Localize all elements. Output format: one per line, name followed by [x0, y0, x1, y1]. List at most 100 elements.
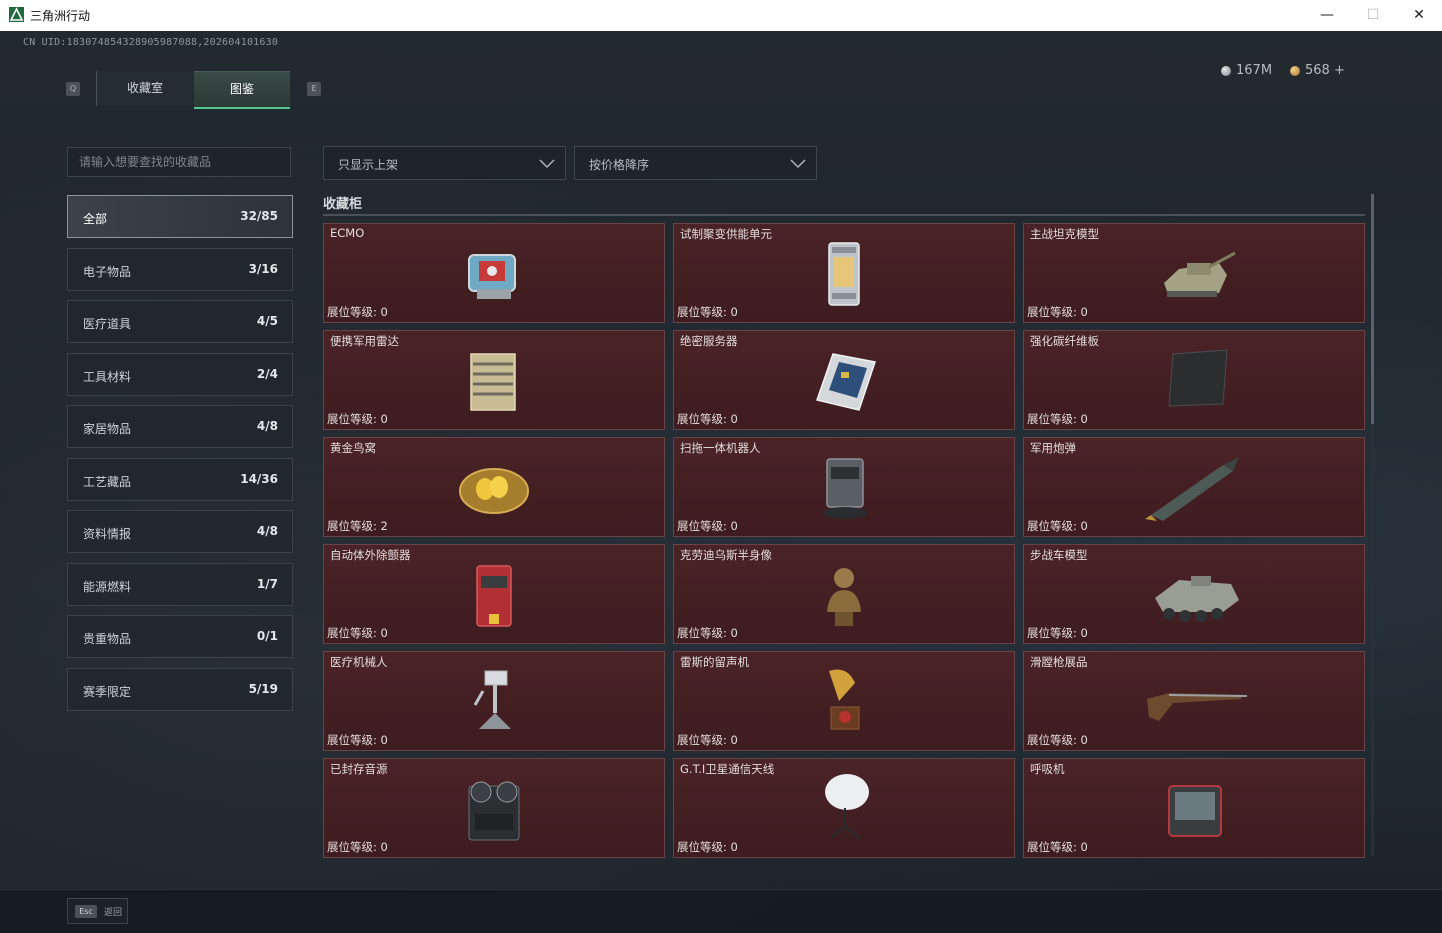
category-label: 资料情报 — [83, 527, 132, 541]
item-card[interactable]: 步战车模型 展位等级: 0 — [1023, 544, 1365, 644]
filter-dropdown[interactable]: 只显示上架 — [323, 146, 566, 180]
category-all[interactable]: 全部 32/85 — [67, 195, 293, 238]
scrollbar-thumb[interactable] — [1371, 194, 1374, 424]
category-label: 工具材料 — [83, 369, 132, 384]
item-level: 展位等级: 0 — [677, 626, 738, 640]
item-name: 医疗机械人 — [330, 655, 388, 669]
category-count: 4/5 — [256, 314, 278, 328]
back-label: 返回 — [104, 908, 123, 918]
item-name: 自动体外除颤器 — [330, 548, 411, 562]
game-viewport: CN UID:183074854328905987088,20260410163… — [0, 31, 1442, 933]
filter-dropdown-value: 只显示上架 — [338, 158, 399, 172]
item-name: 便携军用雷达 — [330, 334, 399, 348]
category-valuables[interactable]: 贵重物品 0/1 — [67, 615, 293, 658]
item-card[interactable]: 扫拖一体机器人 展位等级: 0 — [673, 437, 1015, 537]
section-divider — [323, 214, 1365, 216]
close-button[interactable]: ✕ — [1396, 0, 1442, 31]
item-name: 强化碳纤维板 — [1030, 334, 1099, 348]
defibrillator-icon — [476, 565, 512, 627]
gramophone-icon — [829, 669, 860, 730]
category-count: 2/4 — [256, 366, 278, 381]
category-label: 全部 — [83, 212, 108, 226]
category-count: 5/19 — [248, 681, 278, 696]
bottom-bar: Esc 返回 — [0, 889, 1442, 933]
category-count: 32/85 — [240, 209, 278, 223]
esc-key-icon: Esc — [75, 905, 97, 918]
gold-amount: 568 + — [1305, 63, 1345, 78]
item-card[interactable]: ECMO 展位等级: 0 — [323, 223, 665, 323]
gold-currency[interactable]: 568 + — [1290, 63, 1345, 78]
ifv-model-icon — [1155, 576, 1239, 622]
category-label: 赛季限定 — [83, 684, 132, 699]
item-name: 步战车模型 — [1030, 548, 1088, 562]
ecmo-icon — [468, 254, 516, 299]
item-level: 展位等级: 0 — [1027, 412, 1088, 426]
category-household[interactable]: 家居物品 4/8 — [67, 405, 293, 448]
silver-currency: 167M — [1221, 63, 1272, 78]
category-energy[interactable]: 能源燃料 1/7 — [67, 562, 293, 606]
sort-dropdown-value: 按价格降序 — [589, 158, 650, 172]
minimize-button[interactable]: — — [1304, 0, 1350, 31]
item-level: 展位等级: 0 — [327, 840, 388, 854]
window-title: 三角洲行动 — [30, 9, 91, 23]
item-level: 展位等级: 0 — [327, 412, 388, 426]
item-card[interactable]: 呼吸机 展位等级: 0 — [1023, 758, 1365, 858]
item-level: 展位等级: 0 — [677, 840, 738, 854]
item-level: 展位等级: 0 — [1027, 733, 1088, 747]
item-level: 展位等级: 0 — [1027, 305, 1088, 319]
silver-amount: 167M — [1236, 63, 1273, 78]
app-logo-icon — [9, 7, 24, 22]
tab-collection-room[interactable]: 收藏室 — [96, 71, 193, 106]
item-card[interactable]: 自动体外除颤器 展位等级: 0 — [323, 544, 665, 644]
search-input[interactable] — [67, 147, 291, 177]
gold-coin-icon — [1290, 65, 1300, 76]
item-level: 展位等级: 0 — [327, 733, 388, 747]
category-crafts[interactable]: 工艺藏品 14/36 — [67, 457, 293, 501]
item-name: 呼吸机 — [1030, 762, 1065, 776]
category-count: 1/7 — [256, 576, 278, 591]
item-name: 军用炮弹 — [1030, 441, 1076, 455]
back-button[interactable]: Esc 返回 — [67, 898, 128, 924]
item-name: 已封存音源 — [330, 762, 388, 776]
category-tools[interactable]: 工具材料 2/4 — [67, 352, 293, 396]
item-card[interactable]: 医疗机械人 展位等级: 0 — [323, 651, 665, 751]
window-titlebar: 三角洲行动 — ☐ ✕ — [0, 0, 1442, 32]
artillery-shell-icon — [1145, 457, 1239, 521]
item-level: 展位等级: 0 — [1027, 840, 1088, 854]
category-electronics[interactable]: 电子物品 3/16 — [67, 247, 293, 291]
item-card[interactable]: 便携军用雷达 展位等级: 0 — [323, 330, 665, 430]
item-card[interactable]: 试制聚变供能单元 展位等级: 0 — [673, 223, 1015, 323]
maximize-button[interactable]: ☐ — [1350, 0, 1396, 31]
item-card[interactable]: G.T.I卫星通信天线 展位等级: 0 — [673, 758, 1015, 858]
chevron-down-icon — [790, 159, 806, 169]
item-name: 克劳迪乌斯半身像 — [680, 548, 772, 562]
item-card[interactable]: 强化碳纤维板 展位等级: 0 — [1023, 330, 1365, 430]
sort-dropdown[interactable]: 按价格降序 — [574, 146, 817, 180]
category-label: 家居物品 — [83, 422, 132, 436]
category-count: 3/16 — [248, 261, 278, 276]
tape-recorder-icon — [468, 781, 520, 841]
chevron-down-icon — [539, 159, 555, 169]
item-level: 展位等级: 0 — [1027, 626, 1088, 640]
category-count: 14/36 — [240, 471, 278, 486]
item-card[interactable]: 黄金鸟窝 展位等级: 2 — [323, 437, 665, 537]
item-card[interactable]: 军用炮弹 展位等级: 0 — [1023, 437, 1365, 537]
item-level: 展位等级: 0 — [1027, 519, 1088, 533]
uid-label: CN UID:183074854328905987088,20260410163… — [23, 37, 279, 48]
item-card[interactable]: 绝密服务器 展位等级: 0 — [673, 330, 1015, 430]
robot-vacuum-icon — [823, 458, 867, 519]
category-label: 电子物品 — [83, 264, 132, 279]
item-card[interactable]: 克劳迪乌斯半身像 展位等级: 0 — [673, 544, 1015, 644]
category-season[interactable]: 赛季限定 5/19 — [67, 667, 293, 711]
item-card[interactable]: 主战坦克模型 展位等级: 0 — [1023, 223, 1365, 323]
category-medical[interactable]: 医疗道具 4/5 — [67, 300, 293, 343]
item-card[interactable]: 滑膛枪展品 展位等级: 0 — [1023, 651, 1365, 751]
tab-codex[interactable]: 图鉴 — [194, 71, 290, 109]
tank-model-icon — [1164, 251, 1236, 297]
item-name: ECMO — [330, 226, 365, 240]
item-card[interactable]: 雷斯的留声机 展位等级: 0 — [673, 651, 1015, 751]
category-intel[interactable]: 资料情报 4/8 — [67, 510, 293, 553]
item-card[interactable]: 已封存音源 展位等级: 0 — [323, 758, 665, 858]
category-count: 4/8 — [256, 419, 278, 433]
item-name: 滑膛枪展品 — [1030, 655, 1088, 669]
